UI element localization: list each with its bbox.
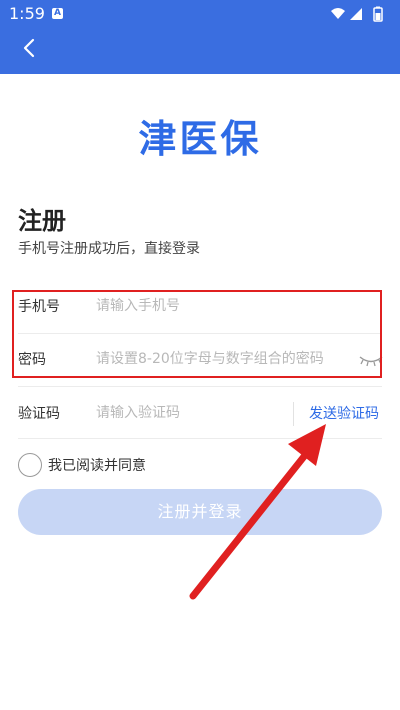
agreement-label: 我已阅读并同意: [48, 458, 146, 474]
status-bar: 1:59 A: [0, 0, 400, 28]
signal-icon: [350, 8, 362, 20]
password-input[interactable]: [96, 344, 351, 374]
system-status-icons: [331, 6, 383, 22]
code-label: 验证码: [18, 406, 60, 422]
status-time: 1:59: [9, 4, 45, 23]
notification-icon: A: [52, 8, 63, 19]
register-login-button[interactable]: 注册并登录: [18, 489, 382, 535]
app-header: 1:59 A: [0, 0, 400, 74]
app-logo-text: 津医保: [138, 117, 262, 161]
wifi-icon: [331, 8, 345, 19]
back-arrow-icon[interactable]: [18, 36, 42, 60]
page-subtitle: 手机号注册成功后，直接登录: [18, 241, 200, 257]
phone-label: 手机号: [18, 299, 60, 315]
send-code-button[interactable]: 发送验证码: [309, 403, 379, 423]
password-row: 密码: [0, 334, 400, 386]
battery-icon: [373, 6, 383, 22]
phone-input[interactable]: [96, 291, 366, 321]
divider: [18, 438, 382, 439]
vertical-separator: [293, 402, 294, 426]
phone-row: 手机号: [0, 281, 400, 333]
verification-code-input[interactable]: [96, 398, 281, 428]
password-label: 密码: [18, 352, 46, 368]
agreement-checkbox[interactable]: [18, 453, 42, 477]
divider: [18, 386, 382, 387]
page-title: 注册: [18, 207, 66, 235]
password-visibility-icon[interactable]: [358, 352, 384, 368]
